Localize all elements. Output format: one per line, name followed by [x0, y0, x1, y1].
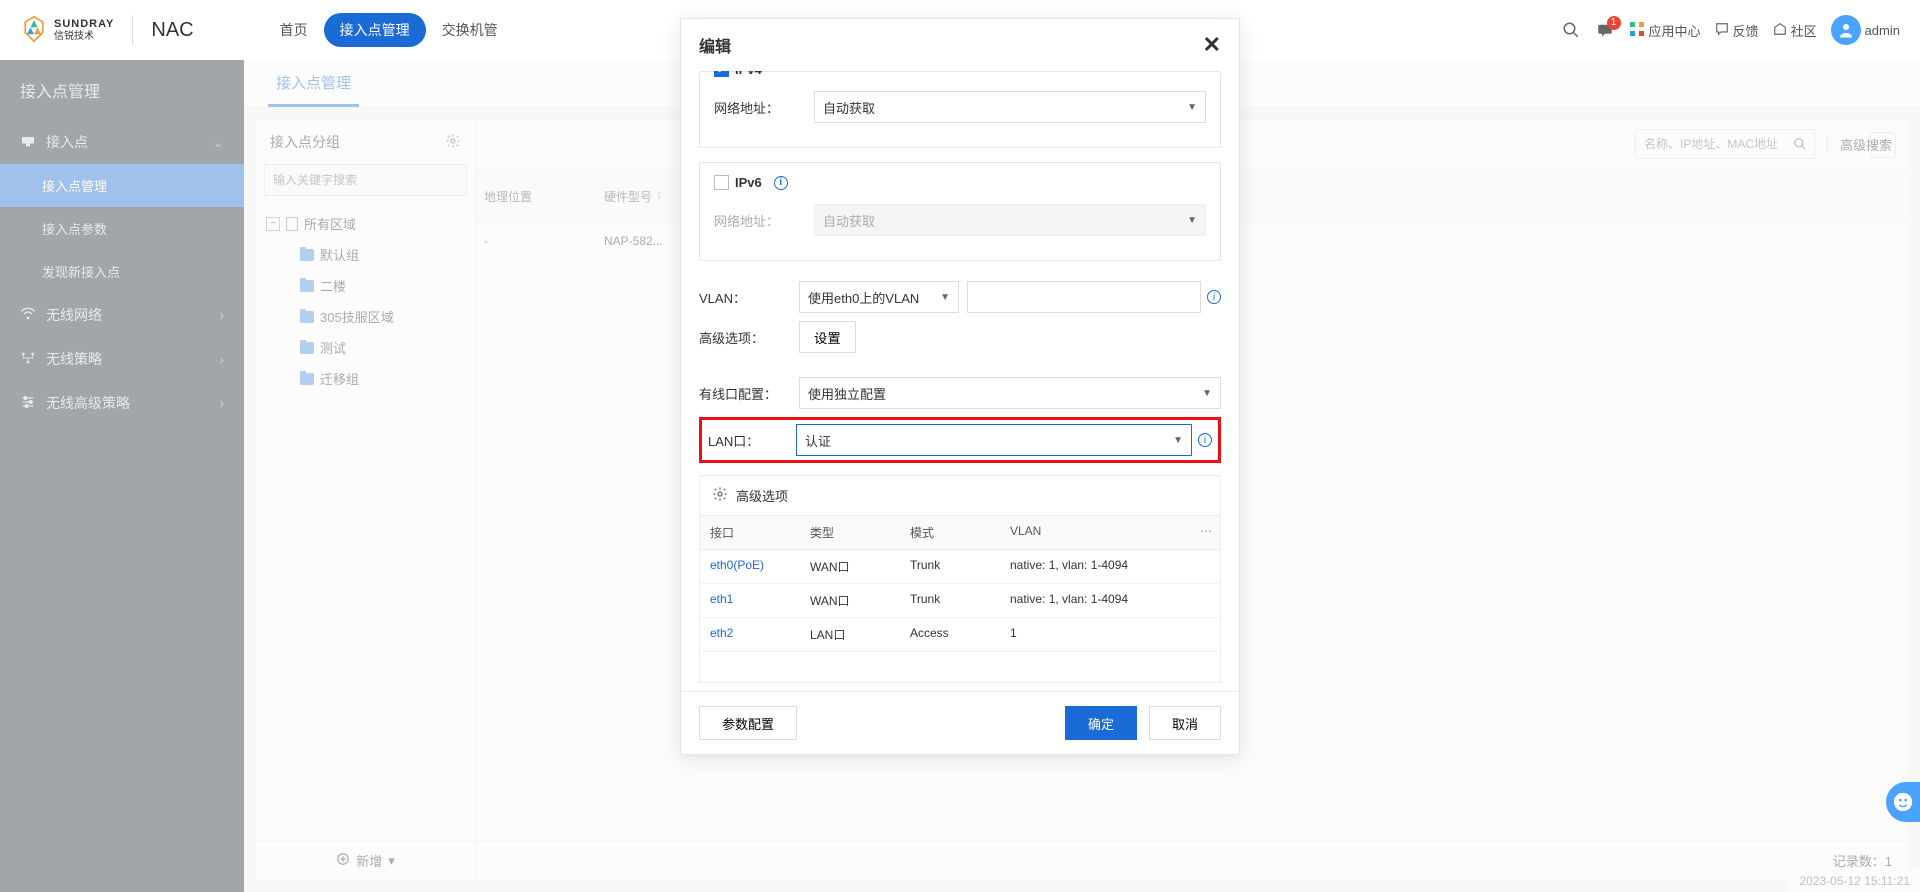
interface-link[interactable]: eth1 [700, 584, 800, 617]
ipv4-netaddr-select[interactable]: 自动获取 ▼ [814, 91, 1206, 123]
community-link[interactable]: 社区 [1773, 21, 1817, 40]
user-menu[interactable]: admin [1831, 15, 1900, 45]
feedback-icon [1715, 22, 1729, 39]
info-icon[interactable]: i [1198, 433, 1212, 447]
lan-select[interactable]: 认证 ▼ [796, 424, 1192, 456]
ipv4-netaddr-label: 网络地址： [714, 98, 814, 117]
info-icon[interactable]: i [774, 176, 788, 190]
message-icon[interactable]: 1 [1595, 20, 1615, 40]
col-mode: 模式 [900, 516, 1000, 549]
col-type: 类型 [800, 516, 900, 549]
checkbox-checked-icon: ✓ [714, 71, 729, 77]
search-icon[interactable] [1561, 20, 1581, 40]
logo-text: SUNDRAY信锐技术 [54, 18, 114, 41]
vlan-select[interactable]: 使用eth0上的VLAN ▼ [799, 281, 959, 313]
advopt-label: 高级选项： [699, 328, 799, 347]
assistant-bubble[interactable] [1886, 782, 1920, 822]
gear-icon [712, 486, 728, 505]
lan-label: LAN口： [708, 431, 796, 450]
itbl-row: eth2 LAN口 Access 1 [700, 618, 1220, 652]
close-icon[interactable]: ✕ [1203, 34, 1221, 56]
param-config-button[interactable]: 参数配置 [699, 706, 797, 740]
logo-icon [20, 15, 48, 46]
nav-switch-mgmt[interactable]: 交换机管 [426, 13, 514, 47]
caret-down-icon: ▼ [1187, 215, 1197, 226]
checkbox-icon [714, 175, 729, 190]
itbl-row: eth0(PoE) WAN口 Trunk native: 1, vlan: 1-… [700, 550, 1220, 584]
apps-icon [1629, 21, 1645, 40]
vlan-input[interactable] [967, 281, 1201, 313]
cancel-button[interactable]: 取消 [1149, 706, 1221, 740]
col-interface: 接口 [700, 516, 800, 549]
community-icon [1773, 22, 1787, 39]
itbl-row: eth1 WAN口 Trunk native: 1, vlan: 1-4094 [700, 584, 1220, 618]
interface-link[interactable]: eth0(PoE) [700, 550, 800, 583]
product-name: NAC [151, 19, 193, 42]
adv-section-title: 高级选项 [736, 486, 788, 505]
ipv6-checkbox[interactable]: IPv6 i [714, 175, 1206, 190]
wiredcfg-select[interactable]: 使用独立配置 ▼ [799, 377, 1221, 409]
ipv4-checkbox[interactable]: ✓ IPv4 [714, 71, 1206, 77]
feedback-link[interactable]: 反馈 [1715, 21, 1759, 40]
caret-down-icon: ▼ [1173, 435, 1183, 446]
modal-title: 编辑 [699, 33, 731, 57]
interface-link[interactable]: eth2 [700, 618, 800, 651]
col-vlan: VLAN [1000, 516, 1190, 549]
logo: SUNDRAY信锐技术 NAC [20, 15, 194, 46]
vlan-label: VLAN： [699, 288, 799, 307]
caret-down-icon: ▼ [940, 292, 950, 303]
avatar-icon [1831, 15, 1861, 45]
col-more[interactable]: ⋯ [1190, 516, 1220, 549]
app-center-link[interactable]: 应用中心 [1629, 21, 1701, 40]
wiredcfg-label: 有线口配置： [699, 384, 799, 403]
ok-button[interactable]: 确定 [1065, 706, 1137, 740]
ipv6-netaddr-select: 自动获取 ▼ [814, 204, 1206, 236]
advopt-button[interactable]: 设置 [799, 321, 856, 353]
caret-down-icon: ▼ [1202, 388, 1212, 399]
ipv6-netaddr-label: 网络地址： [714, 211, 814, 230]
info-icon[interactable]: i [1207, 290, 1221, 304]
caret-down-icon: ▼ [1187, 102, 1197, 113]
nav-ap-mgmt[interactable]: 接入点管理 [324, 13, 426, 47]
nav-home[interactable]: 首页 [264, 13, 324, 47]
message-badge: 1 [1607, 16, 1621, 30]
